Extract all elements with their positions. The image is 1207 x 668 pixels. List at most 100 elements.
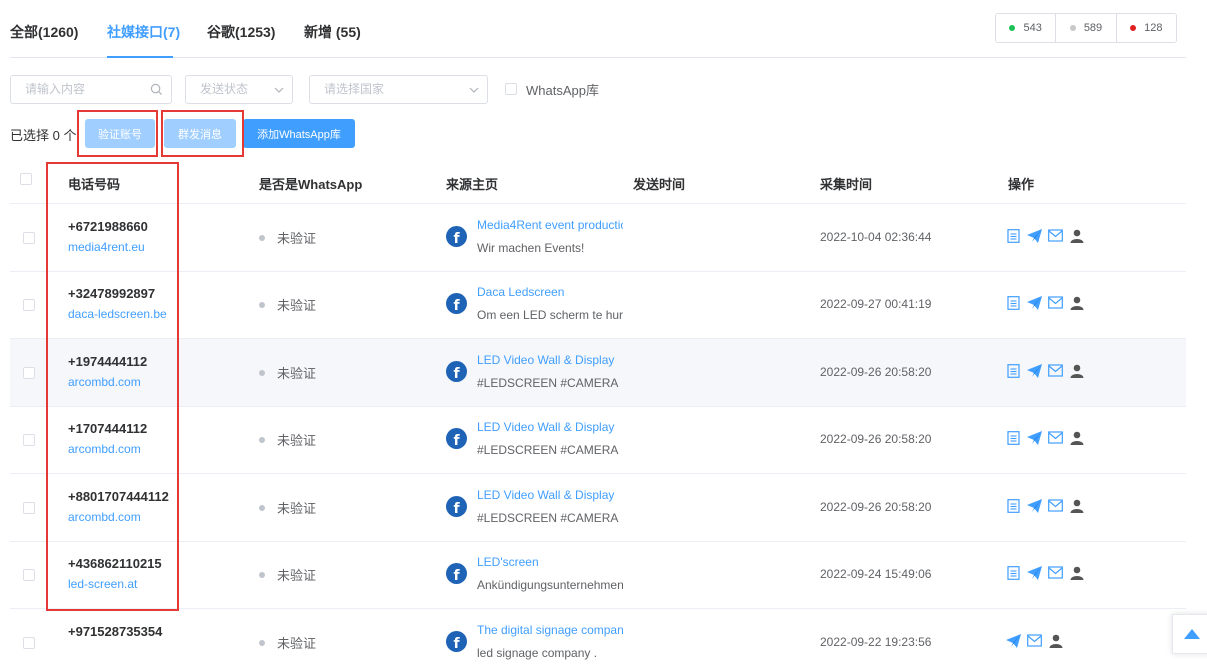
phone-number: +6721988660: [68, 219, 148, 234]
row-checkbox[interactable]: [23, 367, 35, 379]
mail-icon[interactable]: [1027, 633, 1042, 648]
add-whatsapp-button[interactable]: 添加WhatsApp库: [243, 119, 355, 148]
status-dot-icon: [259, 639, 265, 646]
select-all-checkbox[interactable]: [20, 173, 32, 185]
source-title[interactable]: Daca Ledscreen: [477, 285, 623, 299]
whatsapp-status: 未验证: [259, 565, 316, 584]
doc-icon[interactable]: [1006, 498, 1021, 513]
user-icon[interactable]: [1069, 363, 1084, 378]
phone-number: +32478992897: [68, 286, 156, 301]
whatsapp-status: 未验证: [259, 498, 316, 517]
collect-time: 2022-09-27 00:41:19: [820, 297, 932, 311]
source-description: #LEDSCREEN #CAMERA: [477, 376, 619, 390]
user-icon[interactable]: [1069, 498, 1084, 513]
source-title[interactable]: LED Video Wall & Display: [477, 353, 623, 367]
status-text: 未验证: [277, 501, 317, 516]
table-header: 电话号码 是否是WhatsApp 来源主页 发送时间 采集时间 操作: [10, 160, 1186, 204]
table-row[interactable]: +1974444112 arcombd.com 未验证 f LED Video …: [10, 339, 1186, 407]
stat-failed: 128: [1117, 14, 1176, 42]
doc-icon[interactable]: [1006, 295, 1021, 310]
phone-number: +1707444112: [68, 421, 148, 436]
status-dot-icon: [259, 234, 265, 241]
back-to-top-button[interactable]: [1172, 614, 1207, 654]
mail-icon[interactable]: [1048, 498, 1063, 513]
table-row[interactable]: +8801707444112 arcombd.com 未验证 f LED Vid…: [10, 474, 1186, 542]
send-icon[interactable]: [1027, 430, 1042, 445]
user-icon[interactable]: [1069, 295, 1084, 310]
tab-google[interactable]: 谷歌(1253): [207, 22, 275, 42]
phone-number: +1974444112: [68, 354, 148, 369]
verify-account-button[interactable]: 验证账号: [85, 119, 155, 148]
collect-time: 2022-09-26 20:58:20: [820, 365, 932, 379]
user-icon[interactable]: [1069, 565, 1084, 580]
mail-icon[interactable]: [1048, 430, 1063, 445]
whatsapp-filter-checkbox[interactable]: [505, 83, 517, 95]
mail-icon[interactable]: [1048, 228, 1063, 243]
row-checkbox[interactable]: [23, 569, 35, 581]
tab-new[interactable]: 新增 (55): [304, 22, 361, 42]
mass-send-button[interactable]: 群发消息: [164, 119, 236, 148]
source-description: led signage company .: [477, 646, 598, 660]
user-icon[interactable]: [1048, 633, 1063, 648]
website-link[interactable]: daca-ledscreen.be: [68, 307, 167, 321]
row-operations: [1006, 228, 1084, 243]
active-tab-indicator: [107, 56, 173, 58]
row-checkbox[interactable]: [23, 434, 35, 446]
row-checkbox[interactable]: [23, 299, 35, 311]
source-title[interactable]: LED Video Wall & Display: [477, 488, 623, 502]
chevron-down-icon: [274, 76, 284, 105]
search-input[interactable]: 请输入内容: [10, 75, 172, 104]
collect-time: 2022-09-22 19:23:56: [820, 635, 932, 649]
website-link[interactable]: arcombd.com: [68, 375, 141, 389]
send-icon[interactable]: [1027, 363, 1042, 378]
tab-social[interactable]: 社媒接口(7): [107, 22, 180, 42]
mail-icon[interactable]: [1048, 565, 1063, 580]
doc-icon[interactable]: [1006, 430, 1021, 445]
table-row[interactable]: +32478992897 daca-ledscreen.be 未验证 f Dac…: [10, 271, 1186, 339]
website-link[interactable]: led-screen.at: [68, 577, 137, 591]
send-status-select[interactable]: 发送状态: [185, 75, 293, 104]
collect-time: 2022-09-26 20:58:20: [820, 432, 932, 446]
country-select[interactable]: 请选择国家: [309, 75, 488, 104]
website-link[interactable]: arcombd.com: [68, 510, 141, 524]
mail-icon[interactable]: [1048, 363, 1063, 378]
doc-icon[interactable]: [1006, 228, 1021, 243]
search-icon[interactable]: [150, 76, 163, 106]
user-icon[interactable]: [1069, 430, 1084, 445]
column-operations: 操作: [1008, 177, 1035, 192]
table-row[interactable]: +971528735354 未验证 f The digital signage …: [10, 609, 1186, 668]
row-operations: [1006, 430, 1084, 445]
table-row[interactable]: +1707444112 arcombd.com 未验证 f LED Video …: [10, 406, 1186, 474]
facebook-icon: f: [446, 496, 467, 517]
stat-success: 543: [996, 14, 1057, 42]
send-icon[interactable]: [1006, 633, 1021, 648]
whatsapp-status: 未验证: [259, 228, 316, 247]
source-description: Ankündigungsunternehmen: [477, 578, 623, 592]
facebook-icon: f: [446, 631, 467, 652]
tab-all[interactable]: 全部(1260): [10, 22, 78, 42]
send-icon[interactable]: [1027, 565, 1042, 580]
send-icon[interactable]: [1027, 295, 1042, 310]
source-title[interactable]: The digital signage company: [477, 623, 623, 637]
table-row[interactable]: +6721988660 media4rent.eu 未验证 f Media4Re…: [10, 204, 1186, 272]
chevron-down-icon: [469, 76, 479, 105]
row-checkbox[interactable]: [23, 637, 35, 649]
source-title[interactable]: Media4Rent event production: [477, 218, 623, 232]
facebook-icon: f: [446, 428, 467, 449]
mail-icon[interactable]: [1048, 295, 1063, 310]
send-icon[interactable]: [1027, 498, 1042, 513]
send-icon[interactable]: [1027, 228, 1042, 243]
source-title[interactable]: LED'screen: [477, 555, 623, 569]
user-icon[interactable]: [1069, 228, 1084, 243]
doc-icon[interactable]: [1006, 363, 1021, 378]
website-link[interactable]: arcombd.com: [68, 442, 141, 456]
phone-number: +8801707444112: [68, 489, 169, 504]
status-text: 未验证: [277, 636, 317, 651]
source-title[interactable]: LED Video Wall & Display: [477, 420, 623, 434]
doc-icon[interactable]: [1006, 565, 1021, 580]
website-link[interactable]: media4rent.eu: [68, 240, 145, 254]
row-checkbox[interactable]: [23, 232, 35, 244]
row-operations: [1006, 565, 1084, 580]
table-row[interactable]: +436862110215 led-screen.at 未验证 f LED'sc…: [10, 541, 1186, 609]
row-checkbox[interactable]: [23, 502, 35, 514]
